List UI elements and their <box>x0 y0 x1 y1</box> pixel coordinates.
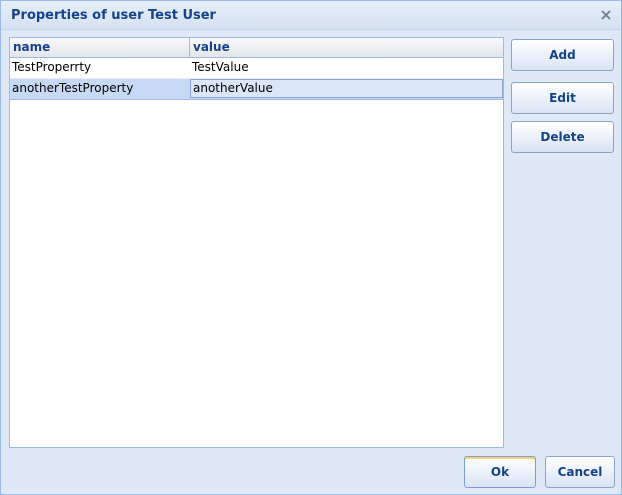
grid-header: name value <box>10 38 503 58</box>
dialog-title: Properties of user Test User <box>11 8 216 23</box>
cell-value-editor[interactable]: anotherValue <box>190 79 503 98</box>
add-button[interactable]: Add <box>511 39 614 71</box>
cell-name[interactable]: TestProperrty <box>10 58 190 77</box>
edit-button[interactable]: Edit <box>511 82 614 114</box>
column-header-value[interactable]: value <box>190 38 503 57</box>
cell-name[interactable]: anotherTestProperty <box>10 79 190 98</box>
properties-dialog: Properties of user Test User name value … <box>0 0 622 495</box>
close-icon[interactable] <box>599 8 613 22</box>
column-header-name[interactable]: name <box>10 38 190 57</box>
cell-value[interactable]: TestValue <box>190 58 503 77</box>
ok-button[interactable]: Ok <box>464 456 536 488</box>
table-row[interactable]: TestProperrty TestValue <box>10 58 503 79</box>
delete-button[interactable]: Delete <box>511 121 614 153</box>
table-row-selected[interactable]: anotherTestProperty anotherValue <box>10 79 503 100</box>
title-bar[interactable]: Properties of user Test User <box>1 1 621 30</box>
cancel-button[interactable]: Cancel <box>545 456 615 488</box>
properties-grid: name value TestProperrty TestValue anoth… <box>9 37 504 448</box>
